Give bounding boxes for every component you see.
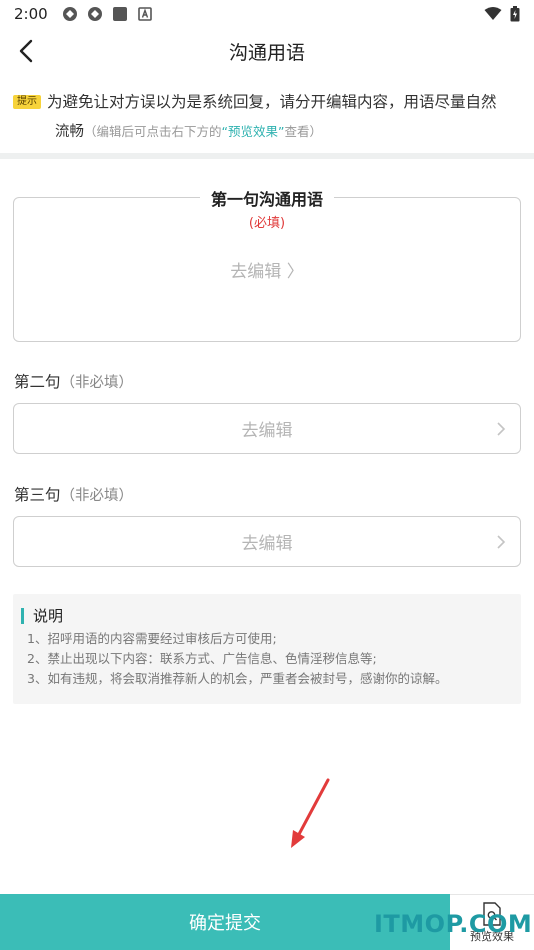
watermark-text: ITMOP.COM (374, 910, 533, 938)
section-divider (0, 153, 534, 159)
status-bar: 2:00 (0, 0, 534, 28)
optional-label: （非必填） (60, 375, 134, 391)
optional-label-3: （非必填） (60, 488, 134, 504)
first-sentence-title: 第一句沟通用语 (200, 186, 334, 210)
first-sentence-edit-link[interactable]: 去编辑 〉 (13, 257, 521, 282)
wifi-icon (484, 7, 502, 20)
battery-icon (510, 6, 520, 22)
second-sentence-label: 第二句（非必填） (14, 370, 133, 392)
tip-badge: 提示 (13, 95, 41, 109)
app-notification-icon (62, 7, 77, 21)
third-sentence-edit-text: 去编辑 (241, 534, 293, 554)
tip-sub-prefix: （编辑后可点击右下方的 (84, 124, 222, 139)
second-sentence-edit-text: 去编辑 (241, 421, 293, 441)
tip-text: 为避免让对方误以为是系统回复，请分开编辑内容，用语尽量自然 (47, 93, 497, 111)
second-sentence-editor[interactable]: 去编辑 (13, 403, 521, 454)
chevron-right-icon (497, 422, 506, 436)
third-sentence-label-text: 第三句 (14, 486, 61, 504)
app-notification-icon-2 (87, 7, 102, 21)
third-sentence-label: 第三句（非必填） (14, 483, 133, 505)
chevron-right-icon-3 (497, 535, 506, 549)
notes-item: 1、招呼用语的内容需要经过审核后方可使用; (27, 631, 277, 646)
tip-banner: 提示 为避免让对方误以为是系统回复，请分开编辑内容，用语尽量自然 流畅（编辑后可点… (13, 88, 521, 147)
second-sentence-label-text: 第二句 (14, 373, 61, 391)
tip-text-cont: 流畅 (55, 124, 84, 140)
required-label: (必填) (248, 216, 286, 231)
third-sentence-editor[interactable]: 去编辑 (13, 516, 521, 567)
notes-item: 2、禁止出现以下内容：联系方式、广告信息、色情淫秽信息等; (27, 651, 377, 666)
annotation-arrow-icon (291, 778, 330, 848)
nav-bar: 沟通用语 (0, 28, 534, 74)
tip-sub-suffix: 查看） (284, 124, 322, 139)
notes-title: 说明 (21, 608, 507, 624)
notes-panel: 说明 1、招呼用语的内容需要经过审核后方可使用; 2、禁止出现以下内容：联系方式… (13, 594, 521, 704)
tip-preview-link: “预览效果” (221, 124, 285, 139)
a-notification-icon (137, 7, 152, 21)
notes-item: 3、如有违规，将会取消推荐新人的机会，严重者会被封号，感谢你的谅解。 (27, 671, 448, 686)
square-notification-icon (112, 7, 127, 21)
status-time: 2:00 (14, 5, 48, 23)
page-title: 沟通用语 (228, 41, 305, 64)
back-arrow-icon[interactable] (14, 38, 40, 64)
